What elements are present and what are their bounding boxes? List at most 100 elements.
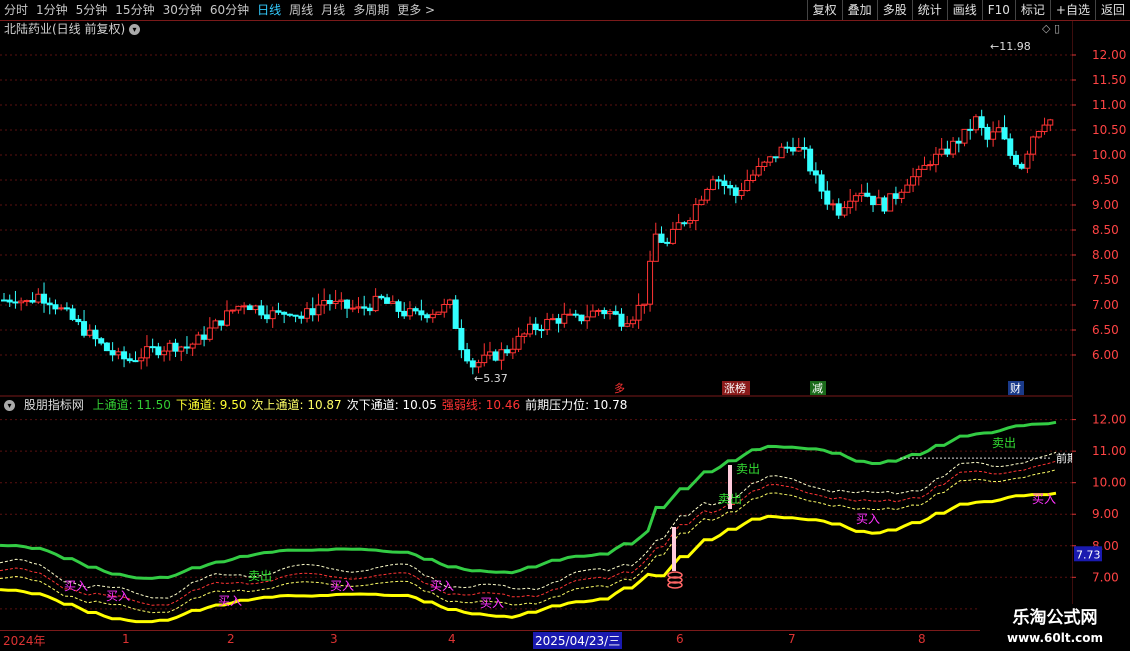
period-tab-0[interactable]: 分时 [0,0,32,20]
candle-body [372,295,379,312]
candle-body [92,329,99,340]
candle-body [950,140,957,155]
candle-body [218,320,225,326]
candle-body [178,346,185,352]
indicator-value-3: 次下通道: 10.05 [346,398,437,412]
candle-body [195,334,202,345]
candle-body [967,128,974,131]
candle-body [229,309,236,312]
candle-body [910,176,917,186]
date-axis: 2024年 1 2 3 4 6 7 8 2025/04/23/三 [0,630,1130,651]
toolbar-button-8[interactable]: 返回 [1094,0,1130,20]
candle-body [635,304,642,321]
candle-body [938,148,945,155]
candle-body [509,348,516,354]
candle-body [201,334,208,340]
toolbar-button-1[interactable]: 叠加 [841,0,877,20]
period-tab-7[interactable]: 周线 [285,0,317,20]
candle-body [395,301,402,312]
candle-body [492,351,499,361]
candle-body [572,313,579,316]
event-tag: 多 [614,381,625,395]
candle-body [721,180,728,186]
candle-body [652,233,659,262]
candle-body [887,193,894,212]
price-axis: 12.00 11.50 11.00 10.50 10.00 9.50 9.00 8.50 8.0… [1072,20,1126,630]
candle-body [138,357,145,362]
candle-body [595,309,602,312]
date-month: 2 [227,632,235,646]
chevron-down-icon[interactable]: ▾ [4,400,15,411]
period-tab-5[interactable]: 60分钟 [206,0,253,20]
candle-body [412,308,419,312]
candle-body [264,314,270,320]
candle-body [435,311,442,315]
candle-body [801,146,808,150]
buy-signal: 买入 [1032,492,1056,506]
buy-signal: 买入 [856,512,880,526]
candle-body [366,307,373,312]
candle-body [401,310,408,317]
candle-body [12,301,19,304]
candle-body [1007,138,1014,156]
period-tab-9[interactable]: 多周期 [349,0,393,20]
axis-label: 8.00 [1092,248,1119,262]
period-tab-2[interactable]: 5分钟 [72,0,112,20]
candle-body [852,195,859,202]
candle-body [6,299,13,303]
strong-line [0,460,1057,606]
candle-body [86,329,93,336]
pressure-label: 前期 [1056,451,1072,465]
candle-body [601,309,608,315]
candle-body [738,190,745,196]
candle-body [338,299,345,302]
candle-body [681,222,688,225]
toolbar-button-4[interactable]: 画线 [946,0,982,20]
date-month: 8 [918,632,926,646]
candle-body [378,295,385,299]
indicator-value-0: 上通道: 11.50 [92,398,171,412]
candle-body [1035,131,1042,138]
period-tab-8[interactable]: 月线 [317,0,349,20]
period-tab-3[interactable]: 15分钟 [111,0,158,20]
candle-body [166,342,173,352]
candle-body [384,297,391,304]
candle-body [807,148,814,172]
axis-label: 9.00 [1092,198,1119,212]
candle-body [498,349,505,361]
event-tag: 财 [1010,381,1021,395]
toolbar-button-5[interactable]: F10 [981,0,1015,20]
high-marker: ←11.98 [990,40,1031,53]
lower-channel-line [0,491,1057,624]
candle-body [315,304,322,316]
axis-label: 11.00 [1092,98,1126,112]
candle-body [475,362,482,368]
candle-body [709,179,716,190]
period-tab-4[interactable]: 30分钟 [159,0,206,20]
candle-body [698,199,705,206]
toolbar-button-2[interactable]: 多股 [876,0,912,20]
main-chart: ←11.98 ←5.37 多 涨榜 减 财 [0,40,1072,397]
sell-signal: 卖出 [248,569,272,583]
candle-body [469,360,476,368]
date-selected: 2025/04/23/三 [533,632,623,649]
toolbar-button-6[interactable]: 标记 [1014,0,1050,20]
sub-lower-dotted [0,469,1057,614]
date-month: 7 [788,632,796,646]
candle-body [41,293,48,304]
candle-body [612,311,619,315]
signal-bar [672,527,676,571]
period-tab-1[interactable]: 1分钟 [32,0,72,20]
toolbar-button-7[interactable]: +自选 [1049,0,1095,20]
period-tab-6[interactable]: 日线 [253,0,285,20]
toolbar-button-0[interactable]: 复权 [806,0,842,20]
period-tab-10[interactable]: 更多 > [393,0,439,20]
candle-body [126,358,133,362]
toolbar-button-3[interactable]: 统计 [911,0,947,20]
candle-body [624,323,631,327]
candle-body [81,321,88,336]
axis-label: 6.00 [1092,348,1119,362]
candle-body [795,146,802,152]
candle-body [812,170,819,176]
candle-body [121,351,128,360]
